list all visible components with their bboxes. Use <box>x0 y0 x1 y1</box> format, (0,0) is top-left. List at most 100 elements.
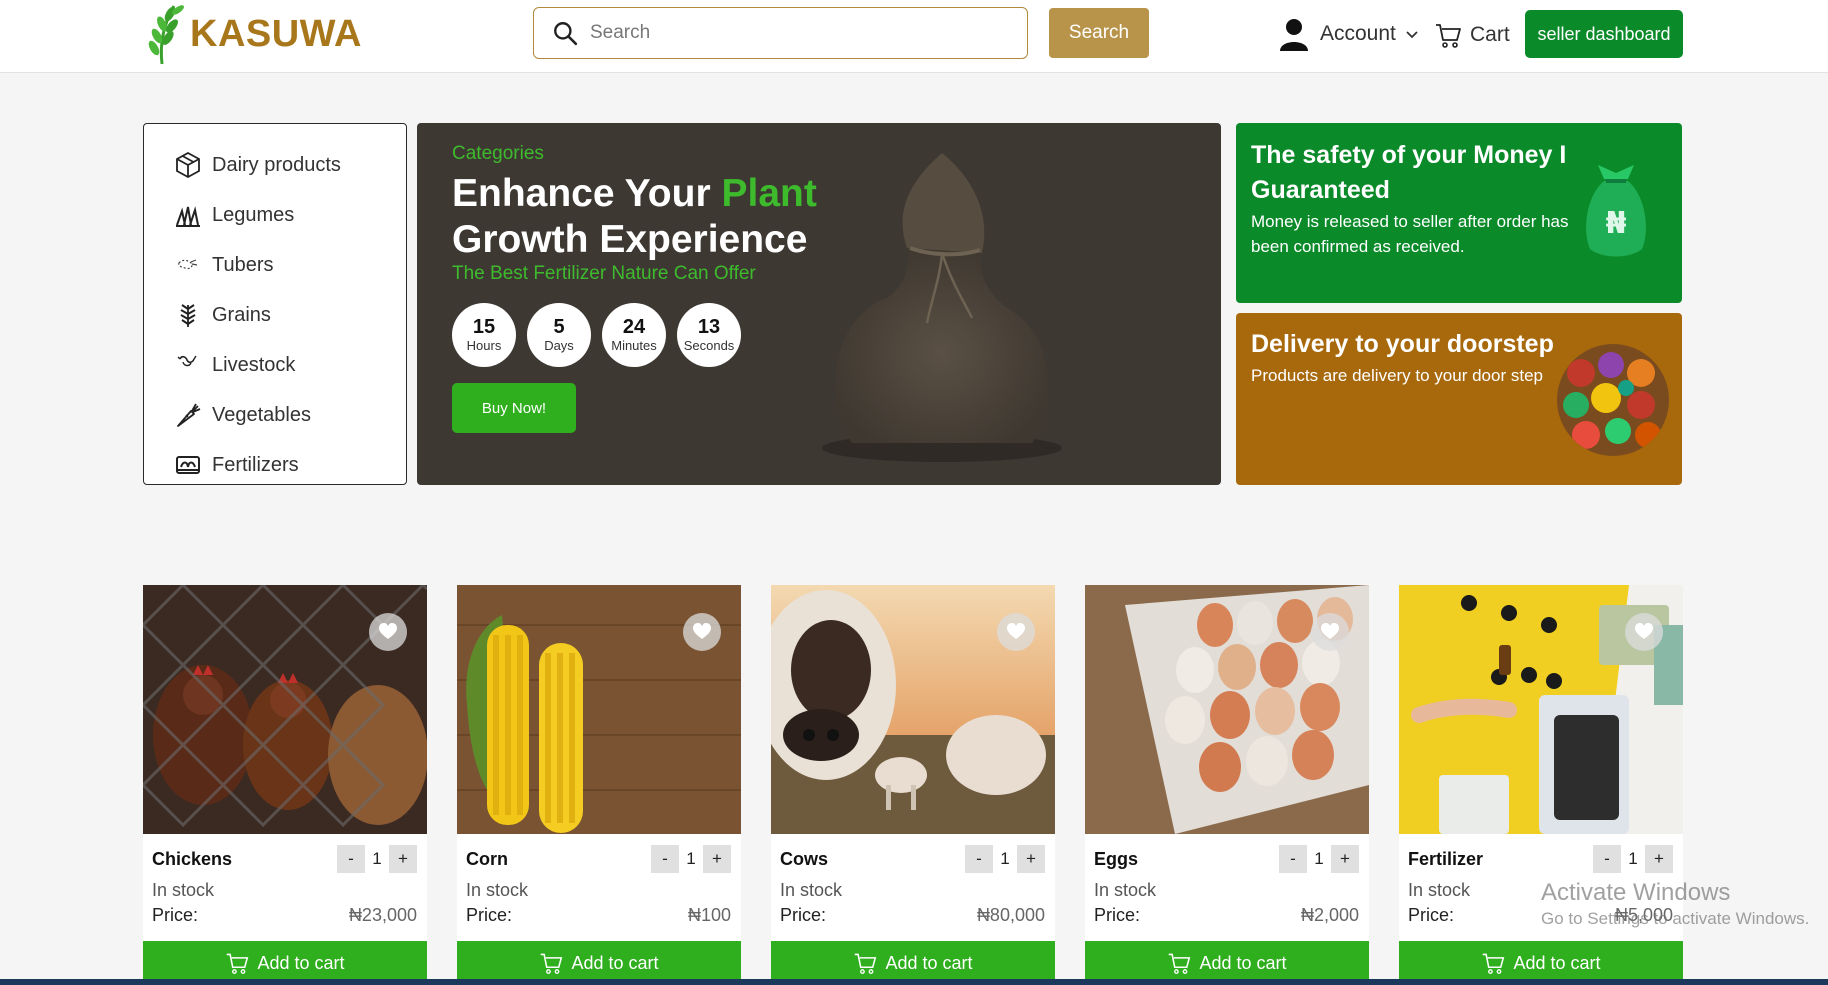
countdown-timer: 15 Hours 5 Days 24 Minutes 13 Seconds <box>452 303 752 367</box>
heart-icon <box>1635 623 1653 639</box>
search-button[interactable]: Search <box>1049 8 1149 58</box>
stock-status: In stock <box>780 880 843 900</box>
user-icon <box>1280 19 1308 51</box>
search-input[interactable] <box>590 22 1010 44</box>
taskbar-edge <box>0 979 1828 985</box>
category-label: Fertilizers <box>212 453 299 476</box>
wishlist-button[interactable] <box>369 613 407 651</box>
activate-windows-watermark: Activate Windows Go to Settings to activ… <box>1541 878 1809 930</box>
cart-label: Cart <box>1470 23 1510 46</box>
product-card-corn: Corn - 1 + In stock Price: ₦100 Add to c… <box>457 585 741 985</box>
account-label: Account <box>1320 22 1396 45</box>
cart-icon <box>1436 24 1461 48</box>
wishlist-button[interactable] <box>683 613 721 651</box>
countdown-minutes: 24 Minutes <box>602 303 666 367</box>
hero-banner: Categories Enhance Your Plant Growth Expe… <box>417 123 1221 485</box>
hero-subtitle: The Best Fertilizer Nature Can Offer <box>452 263 756 284</box>
category-label: Grains <box>212 303 271 326</box>
product-card-chickens: Chickens - 1 + In stock Price: ₦23,000 A… <box>143 585 427 985</box>
cart-link[interactable]: Cart <box>1434 18 1510 52</box>
wishlist-button[interactable] <box>1625 613 1663 651</box>
fertilizer-icon <box>176 456 200 474</box>
category-item-fertilizers[interactable]: Fertilizers <box>144 440 406 490</box>
category-item-dairy[interactable]: Dairy products <box>144 140 406 190</box>
increase-qty-button[interactable]: + <box>1645 845 1673 873</box>
top-header: KASUWA Search Account Cart seller dashbo… <box>0 0 1828 73</box>
cart-icon <box>1483 953 1505 974</box>
product-name: Cows <box>780 849 829 869</box>
brand-name: KASUWA <box>190 12 362 55</box>
wheat-logo-icon <box>148 5 184 65</box>
product-price: ₦2,000 <box>1300 905 1359 925</box>
cart-icon <box>1169 953 1191 974</box>
decrease-qty-button[interactable]: - <box>651 845 679 873</box>
price-label: Price: <box>152 905 199 925</box>
increase-qty-button[interactable]: + <box>1331 845 1359 873</box>
product-name: Fertilizer <box>1408 849 1484 869</box>
qty-value: 1 <box>686 849 696 868</box>
search-box <box>533 7 1028 59</box>
category-item-grains[interactable]: Grains <box>144 290 406 340</box>
category-label: Dairy products <box>212 153 341 176</box>
seller-dashboard-button[interactable]: seller dashboard <box>1525 10 1683 58</box>
category-item-vegetables[interactable]: Vegetables <box>144 390 406 440</box>
product-price: ₦80,000 <box>976 905 1045 925</box>
watermark-title: Activate Windows <box>1541 879 1731 906</box>
quantity-stepper: - 1 + <box>965 845 1045 873</box>
decrease-qty-button[interactable]: - <box>337 845 365 873</box>
promo-title: Delivery to your doorstep <box>1251 330 1554 358</box>
category-item-livestock[interactable]: Livestock <box>144 340 406 390</box>
chevron-down-icon <box>1406 31 1418 39</box>
heart-icon <box>693 623 711 639</box>
product-name: Corn <box>466 849 508 869</box>
product-name: Chickens <box>152 849 233 869</box>
qty-value: 1 <box>372 849 382 868</box>
cart-icon <box>855 953 877 974</box>
carrot-icon <box>177 403 201 427</box>
heart-icon <box>1007 623 1025 639</box>
livestock-icon <box>177 355 197 367</box>
watermark-subtitle: Go to Settings to activate Windows. <box>1541 909 1810 928</box>
category-item-tubers[interactable]: Tubers <box>144 240 406 290</box>
stock-status: In stock <box>466 880 529 900</box>
product-name: Eggs <box>1094 849 1139 869</box>
qty-value: 1 <box>1000 849 1010 868</box>
countdown-days: 5 Days <box>527 303 591 367</box>
decrease-qty-button[interactable]: - <box>1279 845 1307 873</box>
delivery-card: Delivery to your doorstep Products are d… <box>1236 313 1682 485</box>
heart-icon <box>1321 623 1339 639</box>
quantity-stepper: - 1 + <box>651 845 731 873</box>
stock-status: In stock <box>1094 880 1157 900</box>
qty-value: 1 <box>1628 849 1638 868</box>
heart-icon <box>379 623 397 639</box>
legume-icon <box>176 206 200 227</box>
price-label: Price: <box>1094 905 1141 925</box>
quantity-stepper: - 1 + <box>1279 845 1359 873</box>
decrease-qty-button[interactable]: - <box>1593 845 1621 873</box>
price-label: Price: <box>466 905 513 925</box>
buy-now-button[interactable]: Buy Now! <box>452 383 576 433</box>
decrease-qty-button[interactable]: - <box>965 845 993 873</box>
increase-qty-button[interactable]: + <box>389 845 417 873</box>
promo-text: Products are delivery to your door step <box>1251 366 1543 385</box>
qty-value: 1 <box>1314 849 1324 868</box>
svg-text:₦: ₦ <box>1606 206 1627 241</box>
price-label: Price: <box>1408 905 1455 925</box>
cart-icon <box>227 953 249 974</box>
cart-icon <box>541 953 563 974</box>
increase-qty-button[interactable]: + <box>1017 845 1045 873</box>
wishlist-button[interactable] <box>1311 613 1349 651</box>
hero-title: Enhance Your Plant Growth Experience <box>452 172 817 261</box>
product-card-cows: Cows - 1 + In stock Price: ₦80,000 Add t… <box>771 585 1055 985</box>
countdown-hours: 15 Hours <box>452 303 516 367</box>
category-label: Tubers <box>212 253 274 276</box>
money-bag-icon: ₦ <box>1586 165 1646 257</box>
brand-logo[interactable]: KASUWA <box>140 2 362 66</box>
category-item-legumes[interactable]: Legumes <box>144 190 406 240</box>
category-label: Livestock <box>212 353 296 376</box>
increase-qty-button[interactable]: + <box>703 845 731 873</box>
account-menu[interactable]: Account <box>1278 16 1420 52</box>
stock-status: In stock <box>1408 880 1471 900</box>
wishlist-button[interactable] <box>997 613 1035 651</box>
grain-icon <box>180 304 196 327</box>
